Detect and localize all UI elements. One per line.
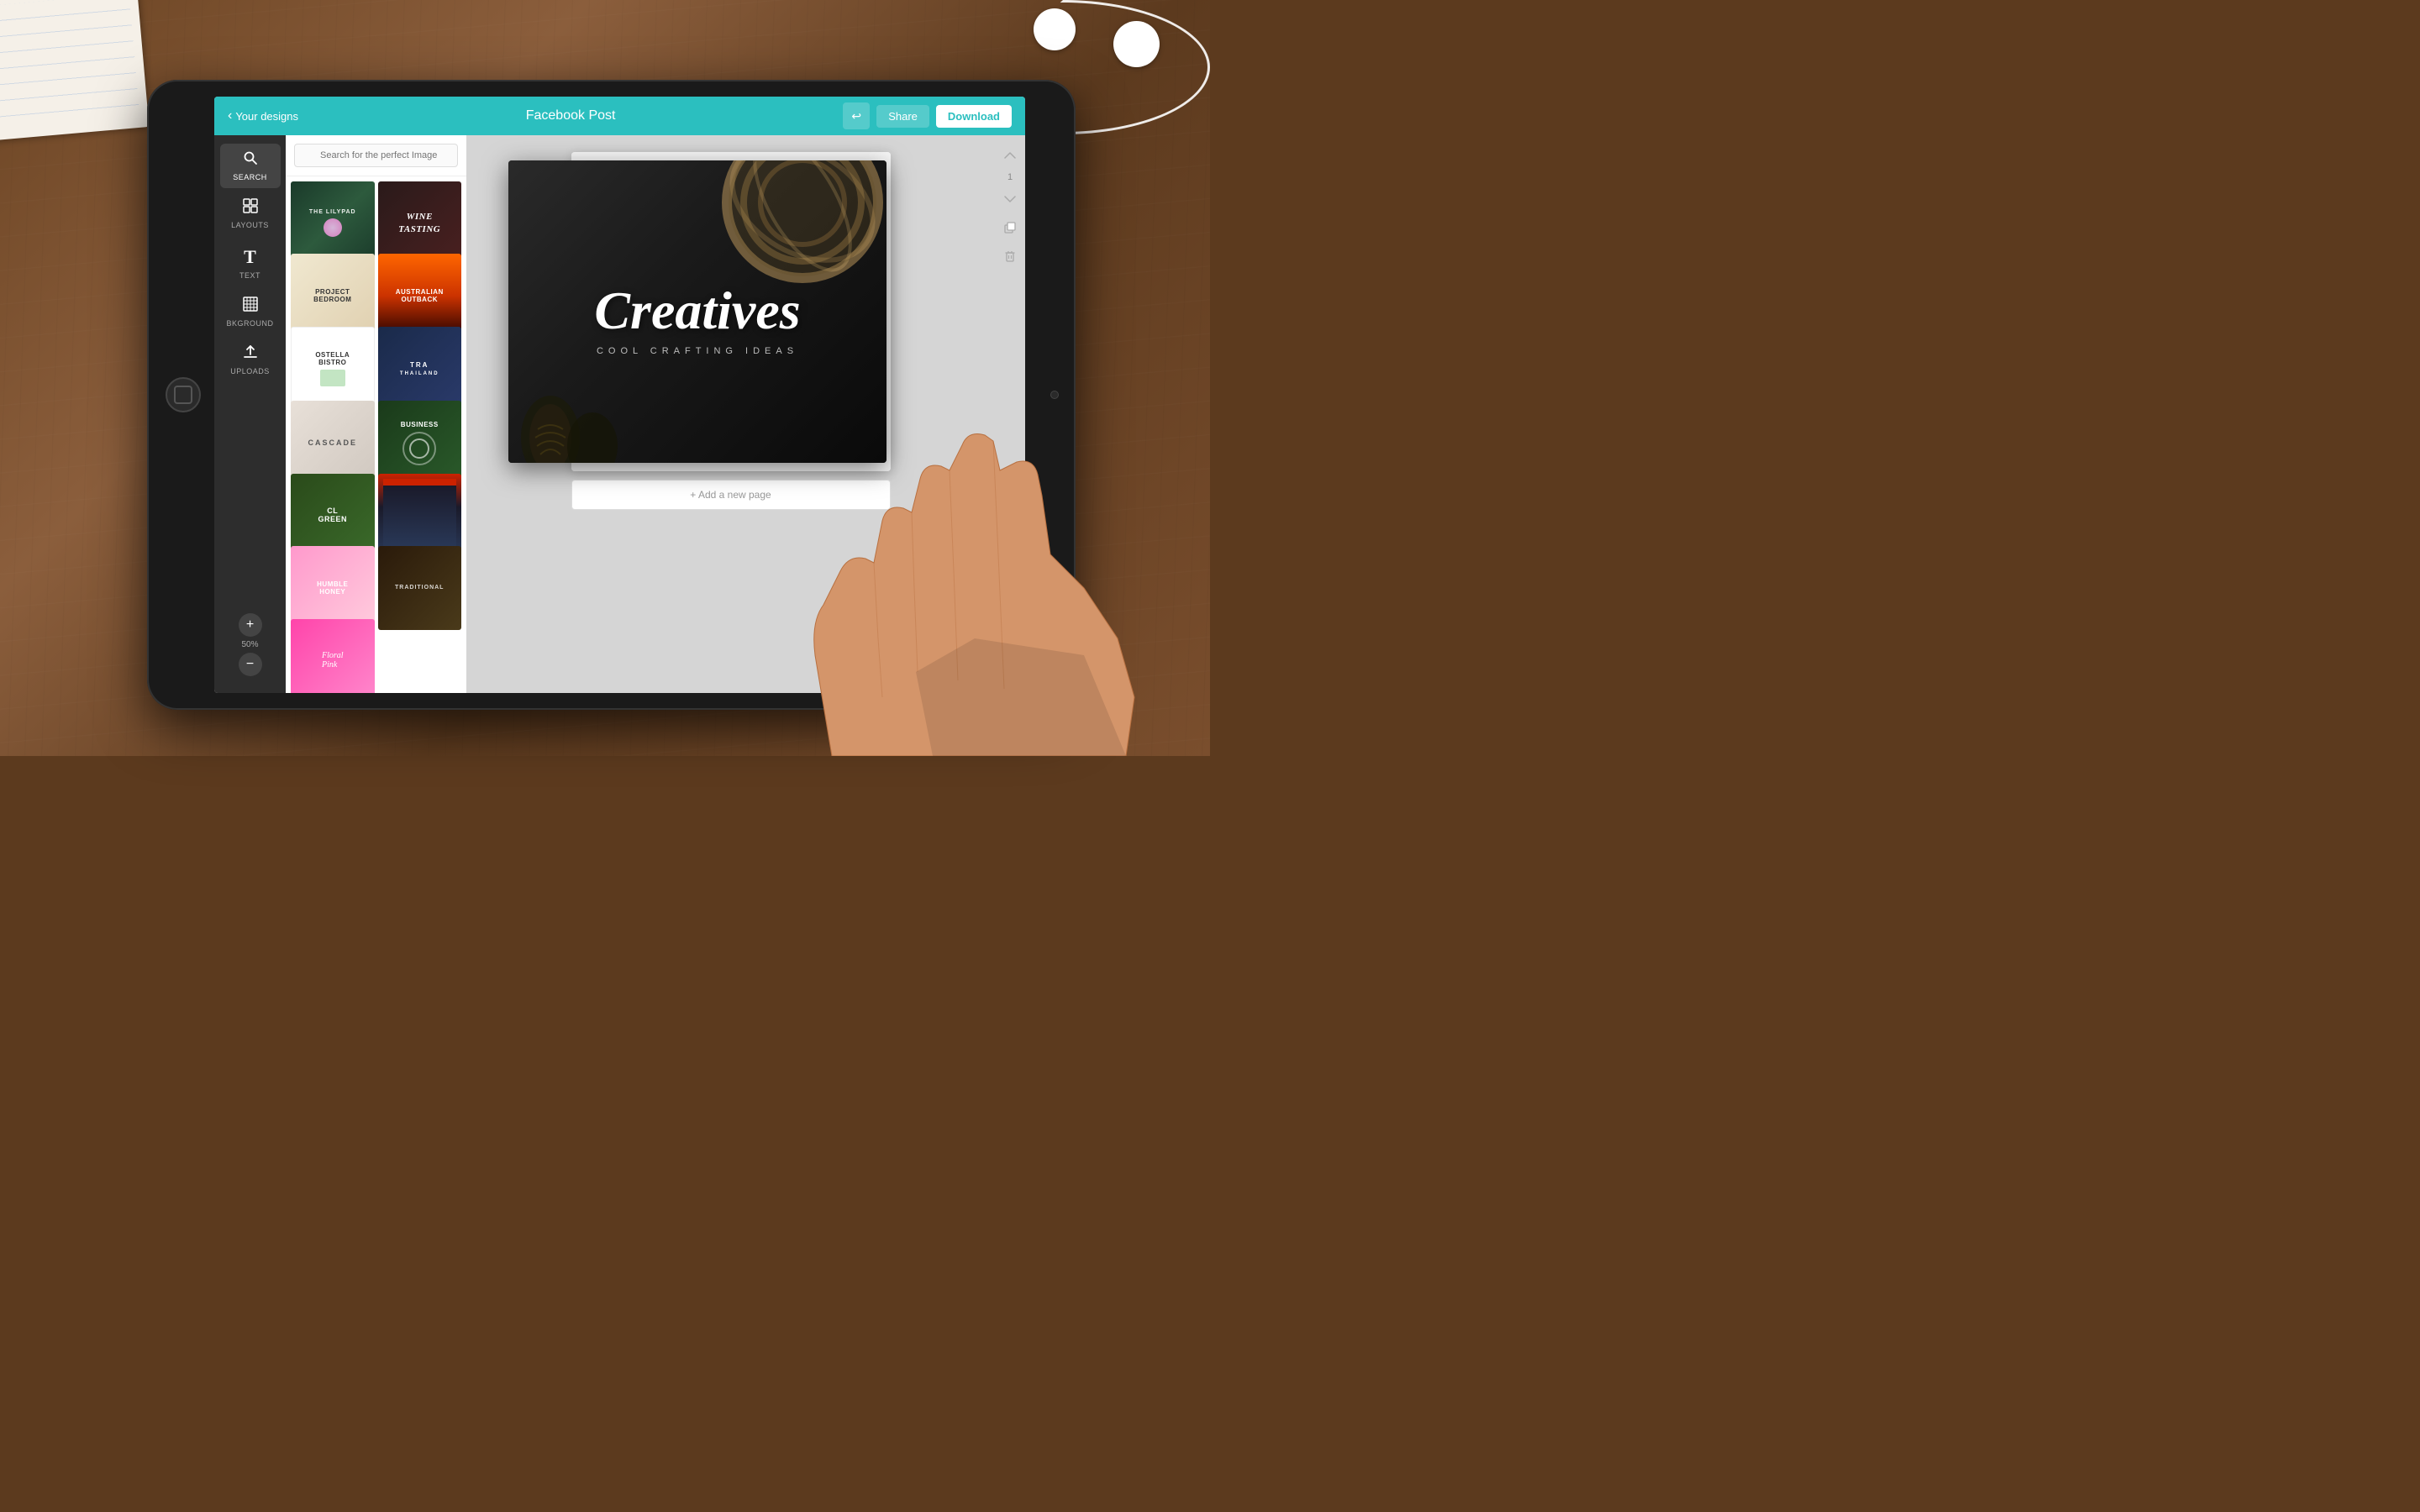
templates-panel: THE LILYPAD WineTasting bbox=[286, 135, 466, 693]
undo-icon: ↩ bbox=[851, 109, 861, 123]
search-input[interactable] bbox=[294, 144, 458, 167]
sidebar-background-label: BKGROUND bbox=[227, 319, 274, 328]
top-actions: ↩ Share Download bbox=[843, 102, 1012, 129]
ipad-frame: ‹ Your designs Facebook Post ↩ Share Dow… bbox=[147, 80, 1076, 710]
share-button[interactable]: Share bbox=[876, 105, 929, 128]
template-pink-text: FloralPink bbox=[291, 619, 375, 693]
template-clgreen-text: CLGREEN bbox=[291, 474, 375, 558]
template-business-text: BUSINESS bbox=[378, 401, 462, 485]
template-wine[interactable]: WineTasting bbox=[378, 181, 462, 265]
background-icon bbox=[243, 297, 258, 316]
zoom-in-button[interactable]: + bbox=[239, 613, 262, 637]
ipad-screen: ‹ Your designs Facebook Post ↩ Share Dow… bbox=[214, 97, 1025, 693]
zoom-percentage: 50% bbox=[241, 640, 258, 649]
overlay-design-card[interactable]: Creatives COOL CRAFTING IDEAS bbox=[508, 160, 886, 463]
delete-button[interactable] bbox=[998, 244, 1022, 268]
template-australia-text: AustralianOutback bbox=[378, 254, 462, 338]
template-ostella-text: OSTELLABISTRO bbox=[292, 328, 374, 410]
back-button[interactable]: ‹ Your designs bbox=[228, 108, 298, 123]
template-ostella[interactable]: OSTELLABISTRO bbox=[291, 327, 375, 411]
template-project[interactable]: PROJECTBEDROOM bbox=[291, 254, 375, 338]
template-pink[interactable]: FloralPink bbox=[291, 619, 375, 693]
back-label: Your designs bbox=[235, 110, 298, 123]
template-wine-text: WineTasting bbox=[378, 181, 462, 265]
sidebar-layouts-label: LAYOUTS bbox=[231, 221, 269, 229]
sidebar-search-label: SEARCH bbox=[233, 173, 267, 181]
notebook-decoration bbox=[0, 0, 149, 141]
sidebar-item-background[interactable]: BKGROUND bbox=[220, 290, 281, 334]
app-title: Facebook Post bbox=[298, 108, 843, 123]
text-icon: T bbox=[244, 246, 256, 268]
sidebar-item-uploads[interactable]: UPLOADS bbox=[220, 338, 281, 382]
search-area bbox=[286, 135, 466, 176]
sidebar-item-search[interactable]: SEARCH bbox=[220, 144, 281, 188]
template-project-text: PROJECTBEDROOM bbox=[291, 254, 375, 338]
top-bar: ‹ Your designs Facebook Post ↩ Share Dow… bbox=[214, 97, 1025, 135]
overlay-title: Creatives bbox=[594, 284, 800, 338]
template-australia[interactable]: AustralianOutback bbox=[378, 254, 462, 338]
overlay-subtitle: COOL CRAFTING IDEAS bbox=[594, 346, 800, 356]
template-traditional[interactable]: TRADITIONAL bbox=[378, 546, 462, 630]
main-content: SEARCH LAYOUTS bbox=[214, 135, 1025, 693]
template-clgreen[interactable]: CLGREEN bbox=[291, 474, 375, 558]
canvas-area: Creatives COOL CRAFTING IDEAS + Add a ne… bbox=[466, 135, 995, 693]
add-page-button[interactable]: + Add a new page bbox=[571, 480, 891, 510]
zoom-out-button[interactable]: − bbox=[239, 653, 262, 676]
sidebar-item-text[interactable]: T TEXT bbox=[220, 239, 281, 286]
overlay-background: Creatives COOL CRAFTING IDEAS bbox=[508, 160, 886, 463]
template-cascade-text: CASCADE bbox=[291, 401, 375, 485]
search-icon bbox=[243, 150, 258, 170]
template-humble-text: HumbleHoney bbox=[291, 546, 375, 630]
page-up-button[interactable] bbox=[998, 144, 1022, 167]
sidebar-uploads-label: UPLOADS bbox=[230, 367, 270, 375]
undo-button[interactable]: ↩ bbox=[843, 102, 870, 129]
template-city-text bbox=[378, 474, 462, 558]
search-wrapper bbox=[294, 144, 458, 167]
template-business[interactable]: BUSINESS bbox=[378, 401, 462, 485]
copy-button[interactable] bbox=[998, 216, 1022, 239]
page-down-button[interactable] bbox=[998, 187, 1022, 211]
template-lilypad-text: THE LILYPAD bbox=[291, 181, 375, 265]
uploads-icon bbox=[243, 344, 258, 364]
zoom-controls: + 50% − bbox=[239, 613, 262, 685]
template-city[interactable] bbox=[378, 474, 462, 558]
templates-grid: THE LILYPAD WineTasting bbox=[286, 176, 466, 693]
pine-decoration bbox=[508, 354, 651, 463]
template-cascade[interactable]: CASCADE bbox=[291, 401, 375, 485]
download-button[interactable]: Download bbox=[936, 105, 1012, 128]
ipad-home-button[interactable] bbox=[166, 377, 201, 412]
sidebar: SEARCH LAYOUTS bbox=[214, 135, 286, 693]
ipad-camera bbox=[1050, 391, 1059, 399]
notebook-lines bbox=[0, 0, 140, 133]
template-lilypad[interactable]: THE LILYPAD bbox=[291, 181, 375, 265]
back-chevron-icon: ‹ bbox=[228, 108, 232, 123]
app-container: ‹ Your designs Facebook Post ↩ Share Dow… bbox=[214, 97, 1025, 693]
template-thailand-text: TRAThailand bbox=[378, 327, 462, 411]
earphone-bud-right bbox=[1113, 21, 1160, 67]
template-humble[interactable]: HumbleHoney bbox=[291, 546, 375, 630]
template-traditional-text: TRADITIONAL bbox=[378, 546, 462, 630]
layouts-icon bbox=[243, 198, 258, 218]
sidebar-item-layouts[interactable]: LAYOUTS bbox=[220, 192, 281, 236]
earphone-bud-left bbox=[1034, 8, 1076, 50]
template-thailand[interactable]: TRAThailand bbox=[378, 327, 462, 411]
sidebar-text-label: TEXT bbox=[239, 271, 260, 280]
page-number: 1 bbox=[1007, 172, 1013, 182]
right-controls: 1 bbox=[995, 135, 1025, 693]
